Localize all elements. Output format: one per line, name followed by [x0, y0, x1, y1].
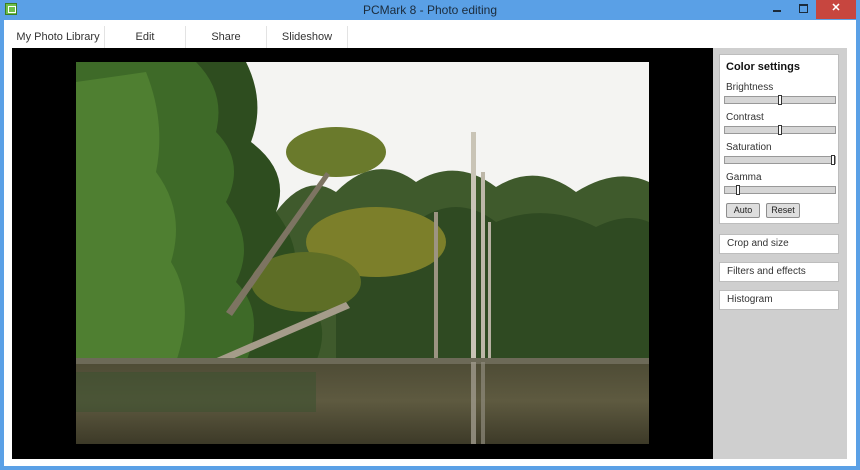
window-title: PCMark 8 - Photo editing [362, 3, 498, 17]
saturation-slider[interactable] [724, 155, 836, 165]
editing-panel: Color settings Brightness Contrast Satur… [713, 48, 847, 459]
app-client-area: My Photo Library Edit Share Slideshow Co… [4, 20, 856, 466]
tab-my-photo-library[interactable]: My Photo Library [12, 26, 105, 50]
minimize-button[interactable] [764, 0, 790, 19]
contrast-thumb[interactable] [778, 125, 782, 135]
photo-image [76, 62, 649, 444]
color-settings-card: Color settings Brightness Contrast Satur… [719, 54, 839, 224]
main-tabs: My Photo Library Edit Share Slideshow [12, 26, 348, 50]
gamma-label: Gamma [726, 172, 762, 183]
color-settings-title: Color settings [726, 61, 800, 73]
photo-graphic [76, 62, 649, 444]
close-icon: ✕ [831, 2, 841, 14]
saturation-label: Saturation [726, 142, 772, 153]
auto-button[interactable]: Auto [726, 203, 760, 218]
tab-slideshow[interactable]: Slideshow [267, 26, 348, 50]
contrast-label: Contrast [726, 112, 764, 123]
photo-viewer [12, 48, 713, 459]
tab-edit[interactable]: Edit [105, 26, 186, 50]
close-button[interactable]: ✕ [816, 0, 856, 19]
title-bar: PCMark 8 - Photo editing ✕ [0, 0, 860, 20]
gamma-slider[interactable] [724, 185, 836, 195]
minimize-icon [773, 10, 781, 13]
maximize-icon [798, 4, 808, 14]
brightness-thumb[interactable] [778, 95, 782, 105]
maximize-button[interactable] [790, 0, 816, 19]
gamma-thumb[interactable] [736, 185, 740, 195]
filters-and-effects-section[interactable]: Filters and effects [719, 262, 839, 282]
brightness-slider[interactable] [724, 95, 836, 105]
tab-share[interactable]: Share [186, 26, 267, 50]
saturation-thumb[interactable] [831, 155, 835, 165]
crop-and-size-section[interactable]: Crop and size [719, 234, 839, 254]
reset-button[interactable]: Reset [766, 203, 800, 218]
histogram-section[interactable]: Histogram [719, 290, 839, 310]
brightness-label: Brightness [726, 82, 774, 93]
contrast-slider[interactable] [724, 125, 836, 135]
